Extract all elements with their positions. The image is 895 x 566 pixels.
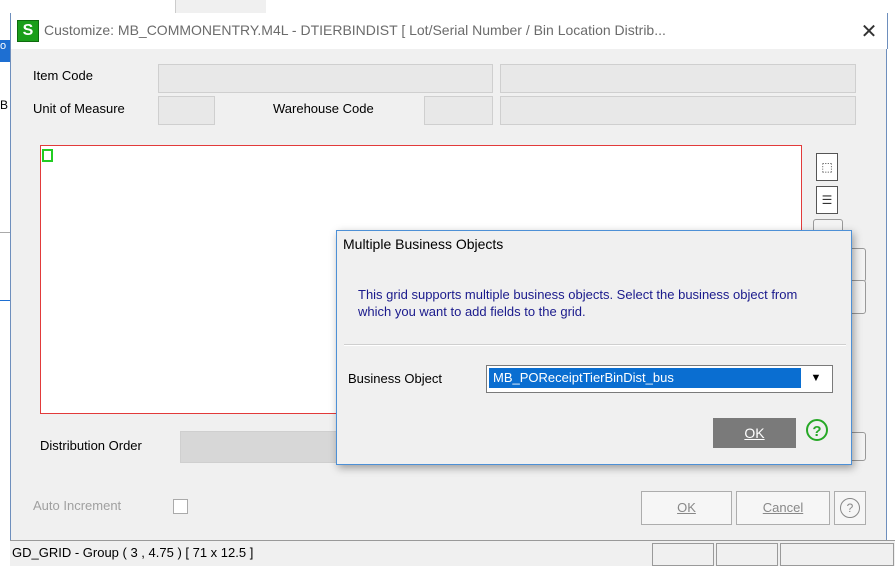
help-icon[interactable]: ? <box>806 419 828 441</box>
background-fragment-label: B <box>0 98 9 112</box>
help-button[interactable]: ? <box>834 491 866 525</box>
item-code-field[interactable] <box>158 64 493 93</box>
grid-selection-handle[interactable] <box>42 149 53 162</box>
item-description-field[interactable] <box>500 64 856 93</box>
chevron-down-icon[interactable]: ▼ <box>806 368 826 388</box>
warehouse-code-field[interactable] <box>424 96 493 125</box>
unit-of-measure-label: Unit of Measure <box>33 101 125 116</box>
sage-logo-icon: S <box>17 20 39 42</box>
window-title: Customize: MB_COMMONENTRY.M4L - DTIERBIN… <box>44 22 666 38</box>
status-cell <box>716 543 778 566</box>
status-text: GD_GRID - Group ( 3 , 4.75 ) [ 71 x 12.5… <box>12 545 254 560</box>
dialog-divider <box>344 344 846 346</box>
background-fragment-text: o <box>0 40 7 52</box>
ok-button[interactable]: OK <box>641 491 732 525</box>
help-icon: ? <box>840 498 860 518</box>
auto-increment-checkbox[interactable] <box>173 499 188 514</box>
select-field-icon[interactable]: ⬚ <box>816 153 838 181</box>
unit-of-measure-field[interactable] <box>158 96 215 125</box>
warehouse-description-field[interactable] <box>500 96 856 125</box>
dialog-message: This grid supports multiple business obj… <box>358 287 798 319</box>
background-divider <box>0 300 10 301</box>
status-cell <box>780 543 894 566</box>
cancel-button[interactable]: Cancel <box>736 491 830 525</box>
item-code-label: Item Code <box>33 68 93 83</box>
status-cell <box>652 543 714 566</box>
background-window-fragment: o <box>0 40 10 62</box>
close-icon[interactable]: ✕ <box>858 19 880 44</box>
background-window-fragment <box>175 0 266 13</box>
background-divider <box>0 232 10 233</box>
business-object-label: Business Object <box>348 371 442 386</box>
cancel-button-label: Cancel <box>762 500 804 515</box>
business-object-selected-value[interactable]: MB_POReceiptTierBinDist_bus <box>489 368 801 388</box>
ok-button-label: OK <box>677 500 696 515</box>
distribution-order-select[interactable] <box>180 431 342 463</box>
warehouse-code-label: Warehouse Code <box>273 101 374 116</box>
distribution-order-label: Distribution Order <box>40 438 142 453</box>
dialog-ok-button[interactable]: OK <box>713 418 796 448</box>
auto-increment-label: Auto Increment <box>33 498 122 513</box>
list-view-icon[interactable]: ☰ <box>816 186 838 214</box>
dialog-title: Multiple Business Objects <box>343 236 504 252</box>
